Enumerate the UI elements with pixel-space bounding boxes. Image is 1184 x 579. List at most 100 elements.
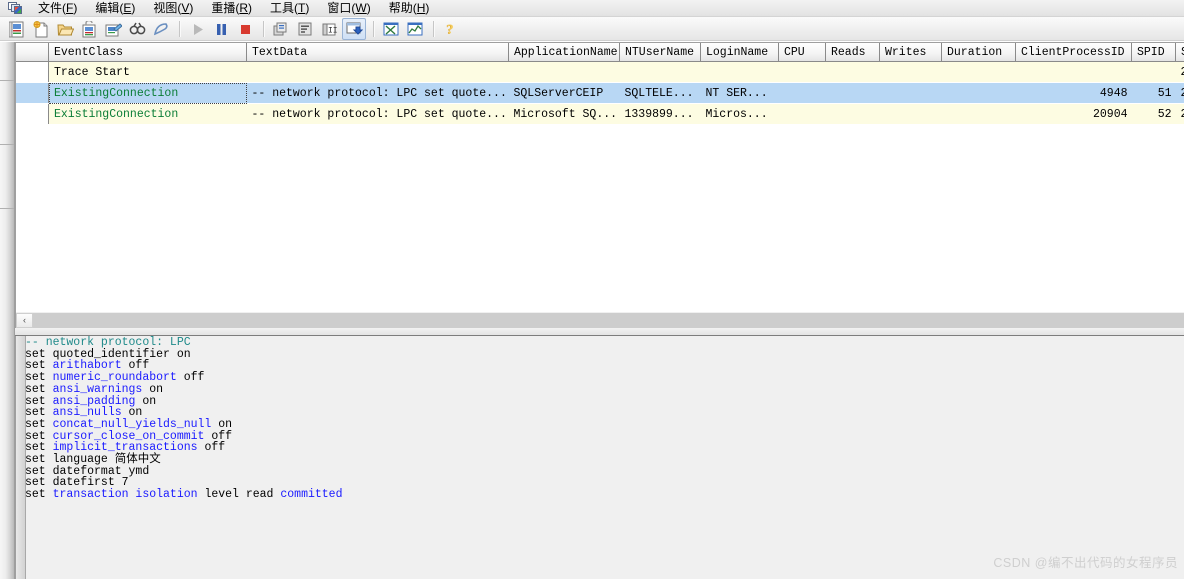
open-trace-icon[interactable] <box>54 19 76 39</box>
table-row[interactable]: Trace Start 2023-10-31 09:42 <box>16 61 1184 83</box>
menu-view[interactable]: 视图(V) <box>144 0 202 17</box>
sql-line: set language 简体中文 <box>25 454 1184 466</box>
table-header-row: EventClass TextData ApplicationName NTUserN… <box>16 43 1184 62</box>
run-trace-icon[interactable] <box>186 19 208 39</box>
cell-loginname[interactable]: Micros... <box>700 103 779 125</box>
col-writes[interactable]: Writes <box>879 43 942 62</box>
col-duration[interactable]: Duration <box>941 43 1016 62</box>
cell-starttime[interactable]: 2023-10-31 09:41 <box>1175 82 1184 104</box>
column-filters-icon[interactable]: II <box>318 19 340 39</box>
textdata-detail-pane[interactable]: -- network protocol: LPC set quoted_ident… <box>15 336 1184 579</box>
cell-reads[interactable] <box>825 103 880 125</box>
cell-cpu[interactable] <box>778 82 826 104</box>
cell-ntusername[interactable]: SQLTELE... <box>619 82 701 104</box>
col-loginname[interactable]: LoginName <box>700 43 779 62</box>
cell-clientprocessid[interactable] <box>1015 61 1132 83</box>
cell-textdata[interactable]: -- network protocol: LPC set quote... <box>246 103 509 125</box>
menu-bar: 文件(F) 编辑(E) 视图(V) 重播(R) 工具(T) 窗口(W) 帮助(H) <box>0 0 1184 17</box>
svg-text:II: II <box>328 26 338 35</box>
grid-horizontal-scrollbar[interactable]: ‹ <box>15 312 1184 328</box>
toolbar-separator <box>179 20 181 37</box>
col-clientprocessid[interactable]: ClientProcessID <box>1015 43 1132 62</box>
cell-duration[interactable] <box>941 82 1016 104</box>
menu-replay[interactable]: 重播(R) <box>202 0 261 17</box>
cell-eventclass[interactable]: ExistingConnection <box>48 82 247 104</box>
cell-cpu[interactable] <box>778 61 826 83</box>
menu-tools[interactable]: 工具(T) <box>261 0 318 17</box>
row-header-cell[interactable] <box>16 82 49 104</box>
cell-clientprocessid[interactable]: 20904 <box>1015 103 1132 125</box>
cell-cpu[interactable] <box>778 103 826 125</box>
find-icon[interactable] <box>126 19 148 39</box>
cell-spid[interactable] <box>1131 61 1176 83</box>
scrollbar-track[interactable] <box>33 312 1184 328</box>
sql-line: set quoted_identifier on <box>25 348 1184 361</box>
cell-writes[interactable] <box>879 82 942 104</box>
menu-edit[interactable]: 编辑(E) <box>86 0 144 17</box>
cell-spid[interactable]: 52 <box>1131 103 1176 125</box>
col-ntusername[interactable]: NTUserName <box>619 43 701 62</box>
cell-clientprocessid[interactable]: 4948 <box>1015 82 1132 104</box>
open-template-icon[interactable] <box>78 19 100 39</box>
trace-event-grid[interactable]: EventClass TextData ApplicationName NTUserN… <box>15 42 1184 312</box>
trace-properties-icon[interactable] <box>102 19 124 39</box>
table-row[interactable]: ExistingConnection -- network protocol: L… <box>16 82 1184 104</box>
row-header-cell[interactable] <box>16 61 49 83</box>
group-columns-icon[interactable] <box>270 19 292 39</box>
event-class-label: ExistingConnection <box>54 107 179 121</box>
cell-reads[interactable] <box>825 61 880 83</box>
toolbar-separator <box>373 20 375 37</box>
cell-eventclass[interactable]: Trace Start <box>48 61 247 83</box>
sql-line: set ansi_padding on <box>25 395 1184 408</box>
table-row[interactable]: ExistingConnection -- network protocol: L… <box>16 103 1184 125</box>
cell-duration[interactable] <box>941 61 1016 83</box>
sql-line: -- network protocol: LPC <box>25 337 1184 349</box>
cell-writes[interactable] <box>879 61 942 83</box>
help-icon[interactable]: ? ? <box>440 19 462 39</box>
col-reads[interactable]: Reads <box>825 43 880 62</box>
col-cpu[interactable]: CPU <box>778 43 826 62</box>
cell-spid[interactable]: 51 <box>1131 82 1176 104</box>
cell-loginname[interactable]: NT SER... <box>700 82 779 104</box>
row-header-cell[interactable] <box>16 103 49 125</box>
cell-textdata[interactable]: -- network protocol: LPC set quote... <box>246 82 509 104</box>
col-eventclass[interactable]: EventClass <box>48 43 247 62</box>
new-template-icon[interactable] <box>30 19 52 39</box>
toolbar-separator <box>433 20 435 37</box>
col-applicationname[interactable]: ApplicationName <box>508 43 620 62</box>
cell-textdata[interactable] <box>246 61 509 83</box>
new-trace-icon[interactable] <box>6 19 28 39</box>
cell-starttime[interactable]: 2023-10-31 09:42 <box>1175 61 1184 83</box>
col-spid[interactable]: SPID <box>1131 43 1176 62</box>
pause-trace-icon[interactable] <box>210 19 232 39</box>
cell-applicationname[interactable]: Microsoft SQ... <box>508 103 620 125</box>
sql-text-content[interactable]: -- network protocol: LPC set quoted_ident… <box>25 336 1184 579</box>
autoscroll-icon[interactable] <box>342 17 366 40</box>
sql-line: set ansi_warnings on <box>25 383 1184 396</box>
cell-writes[interactable] <box>879 103 942 125</box>
cell-ntusername[interactable] <box>619 61 701 83</box>
cell-applicationname[interactable] <box>508 61 620 83</box>
aggregate-view-icon[interactable] <box>294 19 316 39</box>
cell-starttime[interactable]: 2023-10-31 09:28 <box>1175 103 1184 125</box>
pane-splitter[interactable] <box>15 328 1184 336</box>
sql-token: off <box>176 371 205 385</box>
menu-file[interactable]: 文件(F) <box>29 0 86 17</box>
export-excel-icon[interactable] <box>380 19 402 39</box>
performance-data-icon[interactable] <box>404 19 426 39</box>
cell-eventclass[interactable]: ExistingConnection <box>48 103 247 125</box>
cell-duration[interactable] <box>941 103 1016 125</box>
workspace: EventClass TextData ApplicationName NTUserN… <box>0 42 1184 579</box>
cell-applicationname[interactable]: SQLServerCEIP <box>508 82 620 104</box>
col-starttime[interactable]: StartTime <box>1175 43 1184 62</box>
stop-trace-icon[interactable] <box>234 19 256 39</box>
scroll-left-arrow-icon[interactable]: ‹ <box>16 312 33 328</box>
clear-trace-icon[interactable] <box>150 19 172 39</box>
cell-ntusername[interactable]: 1339899... <box>619 103 701 125</box>
menu-window[interactable]: 窗口(W) <box>318 0 379 17</box>
col-rowheader[interactable] <box>16 43 49 62</box>
menu-help[interactable]: 帮助(H) <box>380 0 439 17</box>
cell-loginname[interactable] <box>700 61 779 83</box>
col-textdata[interactable]: TextData <box>246 43 509 62</box>
cell-reads[interactable] <box>825 82 880 104</box>
